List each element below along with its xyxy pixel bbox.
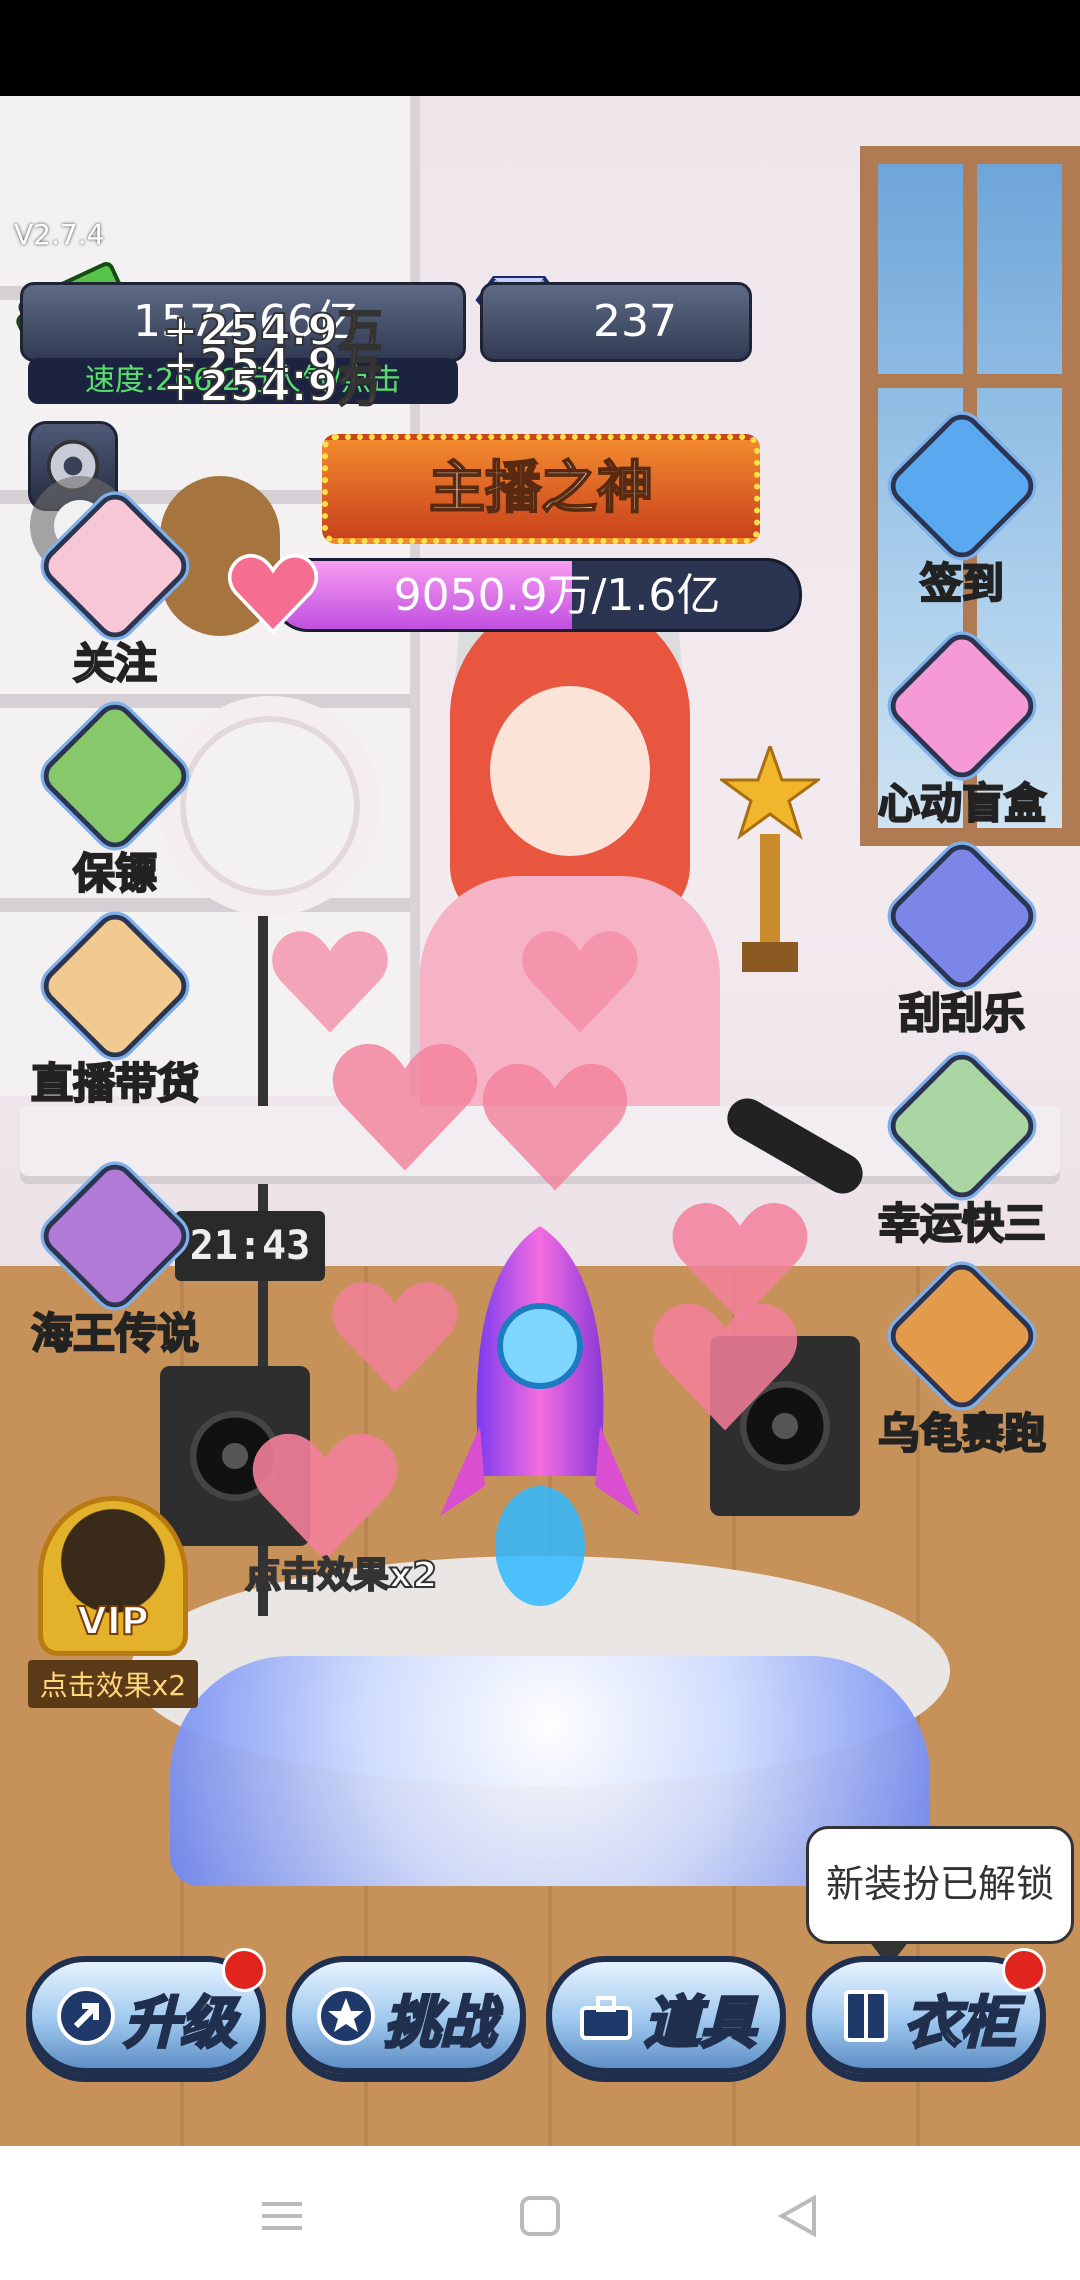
floating-heart bbox=[250, 1426, 400, 1566]
rocket-icon[interactable] bbox=[440, 1226, 640, 1616]
rank-title-banner: 主播之神 bbox=[322, 434, 760, 544]
floating-heart bbox=[650, 1296, 800, 1436]
feature-checkin[interactable]: 签到 bbox=[862, 406, 1062, 611]
status-bar bbox=[0, 0, 1080, 96]
feature-label: 刮刮乐 bbox=[898, 988, 1026, 1039]
feature-label: 签到 bbox=[919, 558, 1005, 609]
challenge-label: 挑战 bbox=[383, 1990, 498, 2058]
feature-sea-king-legend[interactable]: 海王传说 bbox=[15, 1156, 215, 1361]
items-button[interactable]: 道具 bbox=[546, 1956, 786, 2074]
menu-icon[interactable] bbox=[252, 2186, 312, 2246]
floating-heart bbox=[270, 926, 390, 1036]
heart-icon bbox=[228, 553, 318, 635]
home-icon[interactable] bbox=[510, 2186, 570, 2246]
feature-label: 直播带货 bbox=[30, 1058, 200, 1109]
clipboard-check-icon bbox=[882, 406, 1042, 566]
upgrade-label: 升级 bbox=[123, 1990, 238, 2058]
system-nav-bar bbox=[0, 2146, 1080, 2280]
feature-follow[interactable]: 关注 bbox=[15, 486, 215, 691]
feature-label: 海王传说 bbox=[30, 1308, 200, 1359]
version-label: V2.7.4 bbox=[14, 218, 105, 251]
wardrobe-button[interactable]: 衣柜 bbox=[806, 1948, 1046, 2074]
upgrade-button[interactable]: 升级 bbox=[26, 1948, 266, 2074]
feature-label: 乌龟赛跑 bbox=[877, 1408, 1047, 1459]
toolbox-icon bbox=[580, 1996, 632, 2040]
feature-turtle-race[interactable]: 乌龟赛跑 bbox=[862, 1256, 1062, 1461]
lottery-balls-icon bbox=[882, 1046, 1042, 1206]
feature-mystery-box[interactable]: 心动盲盒 bbox=[862, 626, 1062, 831]
floating-heart bbox=[330, 1036, 480, 1176]
floating-heart bbox=[520, 926, 640, 1036]
wardrobe-label: 衣柜 bbox=[903, 1990, 1018, 2058]
game-scene[interactable]: 21:43 点击效果x2 V2.7.4 1572.66亿 237 速度:266.… bbox=[0, 96, 1080, 2146]
feature-label: 心动盲盒 bbox=[877, 778, 1047, 829]
vip-badge-text: VIP bbox=[76, 1598, 149, 1644]
feature-scratch-card[interactable]: 刮刮乐 bbox=[862, 836, 1062, 1041]
items-label: 道具 bbox=[643, 1990, 758, 2058]
streamer-face bbox=[490, 686, 650, 856]
back-icon[interactable] bbox=[768, 2186, 828, 2246]
heart-hand-icon bbox=[35, 486, 195, 646]
notification-badge bbox=[222, 1948, 266, 1992]
vip-effect-label: 点击效果x2 bbox=[28, 1660, 198, 1708]
star-badge-icon bbox=[317, 1987, 375, 2045]
frog-icon bbox=[35, 696, 195, 856]
floating-heart bbox=[480, 1056, 630, 1196]
challenge-button[interactable]: 挑战 bbox=[286, 1956, 526, 2074]
notification-badge bbox=[1002, 1948, 1046, 1992]
vip-crown-icon: VIP bbox=[38, 1496, 188, 1656]
gain-popup: +254.9万 bbox=[161, 360, 383, 413]
feature-bodyguard[interactable]: 保镖 bbox=[15, 696, 215, 901]
wardrobe-icon bbox=[844, 1990, 888, 2042]
new-outfit-tooltip: 新装扮已解锁 bbox=[806, 1826, 1074, 1967]
turtle-icon bbox=[882, 1256, 1042, 1416]
trophy-icon bbox=[720, 746, 820, 972]
feature-lucky-three[interactable]: 幸运快三 bbox=[862, 1046, 1062, 1251]
couple-icon bbox=[35, 1156, 195, 1316]
popularity-progress-text: 9050.9万/1.6亿 bbox=[393, 570, 721, 621]
feature-label: 关注 bbox=[72, 638, 158, 689]
upgrade-arrow-icon bbox=[57, 1987, 115, 2045]
mystery-box-icon bbox=[882, 626, 1042, 786]
gift-box-icon bbox=[35, 906, 195, 1066]
gem-counter: 237 bbox=[480, 282, 752, 362]
popularity-progress-bar: 9050.9万/1.6亿 bbox=[272, 558, 802, 632]
feature-label: 幸运快三 bbox=[877, 1198, 1047, 1249]
click-effect-text: 点击效果x2 bbox=[244, 1554, 438, 1597]
vip-button[interactable]: VIP 点击效果x2 bbox=[28, 1496, 198, 1708]
feature-label: 保镖 bbox=[72, 848, 158, 899]
feature-live-selling[interactable]: 直播带货 bbox=[15, 906, 215, 1111]
lottery-icon bbox=[882, 836, 1042, 996]
